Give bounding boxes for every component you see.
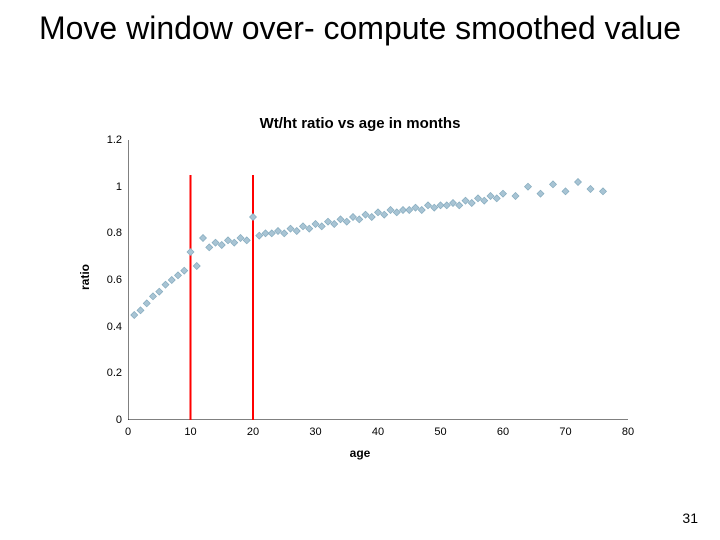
y-tick-label: 0.6 — [107, 274, 122, 286]
x-tick-label: 0 — [125, 426, 131, 438]
scatter-plot — [128, 140, 628, 420]
data-point — [193, 262, 200, 269]
data-point — [143, 300, 150, 307]
y-tick-label: 0.4 — [107, 321, 122, 333]
data-point — [587, 185, 594, 192]
data-point — [512, 192, 519, 199]
page-number: 31 — [682, 510, 698, 526]
x-tick-label: 80 — [622, 426, 634, 438]
slide-title: Move window over- compute smoothed value — [0, 10, 720, 47]
data-point — [156, 288, 163, 295]
data-point — [149, 293, 156, 300]
data-point — [174, 272, 181, 279]
x-axis-label: age — [0, 446, 720, 460]
y-tick-label: 0 — [116, 414, 122, 426]
y-tick-label: 1.2 — [107, 134, 122, 146]
data-point — [249, 213, 256, 220]
x-tick-label: 50 — [434, 426, 446, 438]
x-tick-label: 60 — [497, 426, 509, 438]
data-point — [137, 307, 144, 314]
x-tick-label: 40 — [372, 426, 384, 438]
data-point — [574, 178, 581, 185]
y-tick-label: 1 — [116, 181, 122, 193]
chart-title: Wt/ht ratio vs age in months — [0, 115, 720, 132]
data-point — [524, 183, 531, 190]
data-point — [549, 181, 556, 188]
data-point — [537, 190, 544, 197]
x-tick-label: 70 — [559, 426, 571, 438]
data-point — [181, 267, 188, 274]
data-point — [199, 234, 206, 241]
data-point — [562, 188, 569, 195]
x-tick-label: 20 — [247, 426, 259, 438]
data-point — [187, 248, 194, 255]
data-point — [206, 244, 213, 251]
data-point — [162, 281, 169, 288]
y-tick-label: 0.8 — [107, 227, 122, 239]
data-point — [499, 190, 506, 197]
x-tick-label: 10 — [184, 426, 196, 438]
x-tick-label: 30 — [309, 426, 321, 438]
y-tick-label: 0.2 — [107, 367, 122, 379]
data-point — [131, 311, 138, 318]
data-point — [599, 188, 606, 195]
data-point — [168, 276, 175, 283]
y-axis-label: ratio — [78, 264, 92, 290]
